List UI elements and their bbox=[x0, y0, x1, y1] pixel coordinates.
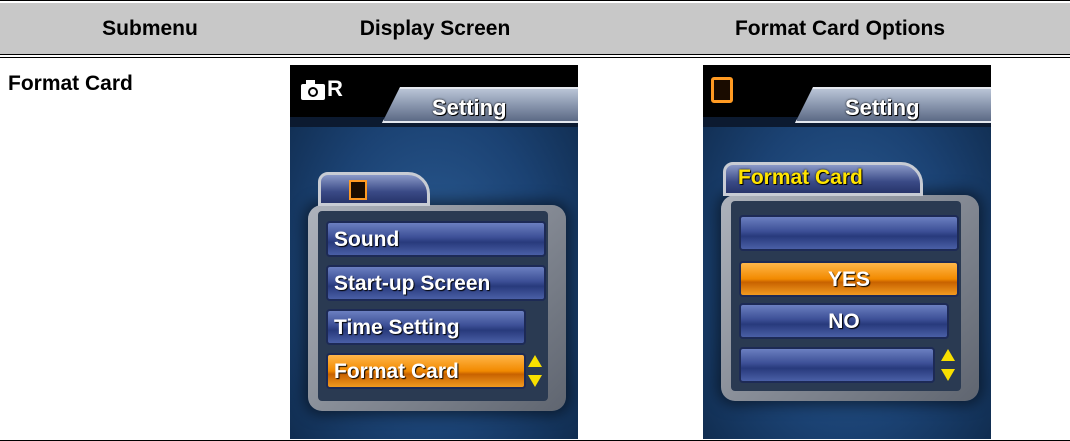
menu-item-label: Start-up Screen bbox=[334, 272, 491, 295]
tab-setting[interactable]: Setting bbox=[795, 87, 991, 123]
scroll-arrows-icon[interactable] bbox=[528, 355, 542, 389]
menu-item-label: Time Setting bbox=[334, 316, 460, 339]
header-rule-double bbox=[0, 57, 1070, 58]
menu-item-label: Format Card bbox=[334, 360, 459, 383]
tab-setting[interactable]: Setting bbox=[382, 87, 578, 123]
display-screen: R Setting Sound Start-up Screen Time Set… bbox=[290, 65, 578, 439]
option-blank-top bbox=[739, 215, 959, 251]
format-card-options-screen: Setting Format Card YES NO bbox=[703, 65, 991, 439]
camera-icon bbox=[301, 80, 325, 100]
scroll-arrows-icon[interactable] bbox=[941, 349, 955, 383]
tab-setting-label: Setting bbox=[432, 95, 507, 120]
folder-title: Format Card bbox=[738, 166, 863, 189]
menu-item-startup-screen[interactable]: Start-up Screen bbox=[326, 265, 546, 301]
menu-item-time-setting[interactable]: Time Setting bbox=[326, 309, 526, 345]
menu-item-format-card[interactable]: Format Card bbox=[326, 353, 526, 389]
option-label: YES bbox=[827, 268, 871, 291]
option-no[interactable]: NO bbox=[739, 303, 949, 339]
table-top-rule bbox=[0, 0, 1070, 1]
list-icon bbox=[349, 180, 367, 200]
header-rule bbox=[0, 54, 1070, 55]
option-blank-bottom bbox=[739, 347, 935, 383]
option-label: NO bbox=[828, 310, 860, 333]
format-card-folder-tab: Format Card bbox=[723, 162, 923, 196]
header-display-screen: Display Screen bbox=[359, 17, 511, 40]
list-icon bbox=[711, 77, 733, 103]
option-yes[interactable]: YES bbox=[739, 261, 959, 297]
mode-letter: R bbox=[327, 76, 343, 101]
tab-setting-label: Setting bbox=[845, 95, 920, 120]
menu-folder-tab bbox=[318, 172, 430, 206]
row-label: Format Card bbox=[8, 72, 133, 95]
menu-item-label: Sound bbox=[334, 228, 400, 251]
header-submenu: Submenu bbox=[102, 17, 198, 40]
header-format-card-options: Format Card Options bbox=[734, 17, 945, 40]
menu-item-sound[interactable]: Sound bbox=[326, 221, 546, 257]
